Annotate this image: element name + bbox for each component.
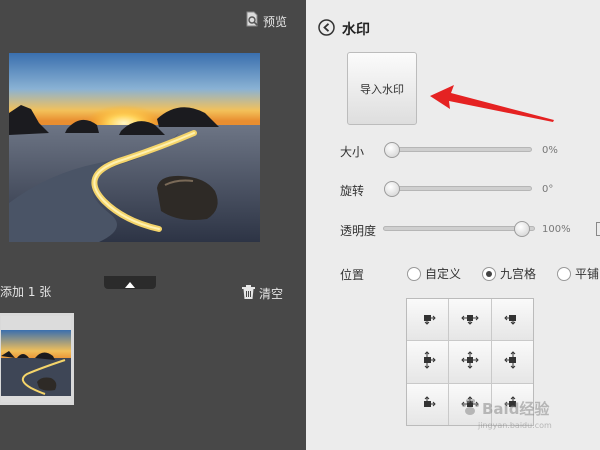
preview-label: 预览: [263, 14, 288, 29]
import-watermark-button[interactable]: 导入水印: [347, 52, 417, 125]
rotation-slider-handle[interactable]: [384, 181, 400, 197]
option-grid-label: 九宫格: [500, 267, 537, 281]
grid-top-center[interactable]: [449, 299, 491, 341]
arrow-move-icon: [420, 395, 436, 414]
grid-top-left[interactable]: [407, 299, 449, 341]
rotation-slider-track[interactable]: [386, 186, 532, 191]
watermark-panel: 水印 导入水印 大小 0% 旋转 0° 透明度 100% 位置 自定义 九宫格 …: [306, 0, 600, 450]
size-slider-handle[interactable]: [384, 142, 400, 158]
panel-title: 水印: [342, 22, 370, 38]
arrow-move-icon: [504, 351, 520, 373]
triangle-up-icon: [125, 273, 135, 292]
radio-custom[interactable]: [407, 266, 421, 281]
opacity-slider-handle[interactable]: [514, 221, 530, 237]
arrow-move-icon: [461, 310, 479, 329]
grid-middle-left[interactable]: [407, 341, 449, 383]
arrow-move-icon: [461, 395, 479, 414]
arrow-annotation: [426, 82, 556, 126]
grid-bottom-left[interactable]: [407, 383, 449, 425]
position-option-tile[interactable]: 平铺: [557, 265, 599, 282]
cut-off-control: [596, 222, 600, 236]
size-value: 0%: [542, 145, 558, 156]
arrow-move-icon: [420, 351, 436, 373]
preview-button[interactable]: 预览: [244, 11, 287, 31]
position-option-custom[interactable]: 自定义: [407, 265, 461, 282]
grid-center[interactable]: [449, 341, 491, 383]
trash-icon: [242, 284, 255, 303]
expand-toggle[interactable]: [104, 276, 156, 289]
grid-middle-right[interactable]: [491, 341, 533, 383]
rotation-label: 旋转: [340, 184, 365, 198]
size-label: 大小: [340, 145, 365, 159]
photo-preview: [9, 53, 260, 242]
grid-bottom-center[interactable]: [449, 383, 491, 425]
radio-tile[interactable]: [557, 266, 571, 281]
preview-icon: [244, 11, 260, 31]
position-label: 位置: [340, 268, 365, 282]
opacity-label: 透明度: [340, 224, 377, 238]
position-option-grid[interactable]: 九宫格: [482, 265, 536, 282]
back-arrow-icon: [318, 19, 335, 40]
clear-label: 清空: [259, 287, 284, 301]
arrow-move-icon: [420, 310, 436, 329]
arrow-move-icon: [504, 395, 520, 414]
image-count: 添加 1 张: [0, 285, 52, 299]
grid-top-right[interactable]: [491, 299, 533, 341]
arrow-move-icon: [504, 310, 520, 329]
opacity-slider-track[interactable]: [383, 226, 535, 231]
option-custom-label: 自定义: [425, 267, 462, 281]
radio-grid[interactable]: [482, 266, 496, 281]
size-slider-track[interactable]: [386, 147, 532, 152]
rotation-value: 0°: [542, 184, 554, 195]
back-button[interactable]: [318, 19, 335, 40]
option-tile-label: 平铺: [575, 267, 600, 281]
clear-button[interactable]: 清空: [242, 284, 283, 303]
image-pane: 预览 添加 1 张 清空: [0, 0, 306, 450]
image-thumbnail[interactable]: [0, 313, 74, 405]
arrow-move-icon: [461, 351, 479, 373]
opacity-value: 100%: [542, 224, 571, 235]
nine-grid-selector: [406, 298, 534, 426]
grid-bottom-right[interactable]: [491, 383, 533, 425]
